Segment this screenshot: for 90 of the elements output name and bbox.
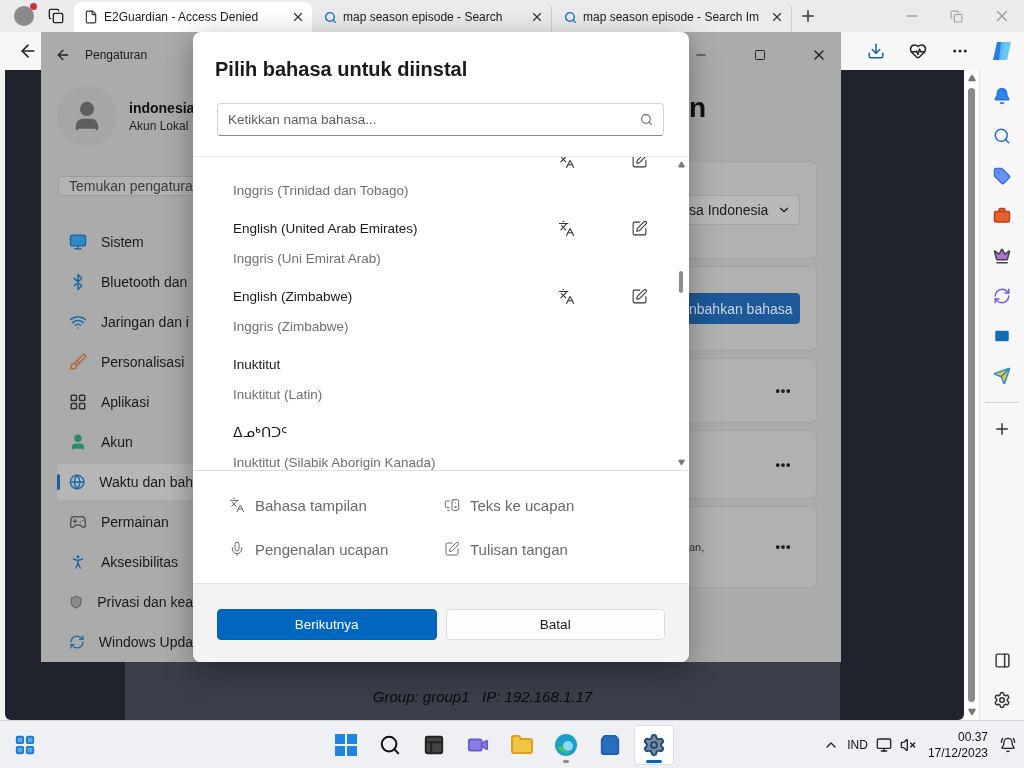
download-icon[interactable] xyxy=(867,42,885,60)
search-field[interactable]: Ketikkan nama bahasa... xyxy=(217,103,664,136)
language-row[interactable]: English (United Arab Emirates) Inggris (Uni Emirat Arab) xyxy=(193,214,675,282)
language-row[interactable]: ᐃᓄᒃᑎᑐᑦ Inuktitut (Silabik Aborigin Kanada) xyxy=(193,418,675,470)
browser-tab[interactable]: E2Guardian - Access Denied xyxy=(74,2,312,32)
maximize-icon[interactable] xyxy=(753,49,766,61)
panel-icon[interactable] xyxy=(993,651,1011,669)
scroll-up-icon[interactable] xyxy=(677,161,685,168)
scroll-down-icon[interactable] xyxy=(967,708,976,716)
scroll-up-icon[interactable] xyxy=(967,74,976,82)
settings-icon[interactable] xyxy=(993,691,1011,709)
nav-item[interactable]: Personalisasi xyxy=(57,344,193,380)
legend-label: Bahasa tampilan xyxy=(255,496,367,514)
nav-item[interactable]: Permainan xyxy=(57,504,193,540)
microphone-icon xyxy=(229,541,245,557)
toolbox-icon[interactable] xyxy=(993,207,1011,225)
network-icon[interactable] xyxy=(875,736,892,753)
nav-item[interactable]: Jaringan dan i xyxy=(57,304,193,340)
nav-item[interactable]: Windows Upda xyxy=(57,624,193,660)
account-type: Akun Lokal xyxy=(129,118,190,133)
task-view-icon xyxy=(423,733,445,756)
copilot-icon[interactable] xyxy=(991,40,1013,62)
clock[interactable]: 00.37 17/12/2023 xyxy=(923,728,992,761)
search-icon xyxy=(640,113,653,126)
tab-actions-icon[interactable] xyxy=(48,8,64,24)
close-icon[interactable] xyxy=(530,10,544,24)
cancel-button[interactable]: Batal xyxy=(445,609,665,640)
tag-icon[interactable] xyxy=(993,167,1011,185)
language-icon xyxy=(229,497,245,513)
scrollbar-thumb[interactable] xyxy=(968,88,975,702)
monitor-icon xyxy=(69,233,87,251)
close-icon[interactable] xyxy=(770,10,784,24)
language-indicator[interactable]: IND xyxy=(847,737,868,752)
nav-item[interactable]: Akun xyxy=(57,424,193,460)
chess-icon[interactable] xyxy=(993,247,1011,265)
shield-icon xyxy=(69,593,84,611)
nav-item[interactable]: Waktu dan bah xyxy=(57,464,193,500)
person-icon xyxy=(69,433,87,451)
window-title: Pengaturan xyxy=(85,48,148,62)
add-icon[interactable] xyxy=(993,420,1011,438)
start-icon xyxy=(335,733,357,756)
search-field[interactable]: Temukan pengatura xyxy=(58,176,193,196)
paper-plane-icon[interactable] xyxy=(993,367,1011,385)
nav-item[interactable]: Aplikasi xyxy=(57,384,193,420)
bell-icon[interactable] xyxy=(993,87,1011,105)
legend-label: Tulisan tangan xyxy=(470,540,568,558)
speaker-monitor-icon xyxy=(444,497,460,513)
new-tab-icon[interactable] xyxy=(799,7,817,25)
nav-item[interactable]: Aksesibilitas xyxy=(57,544,193,580)
legend-label: Teks ke ucapan xyxy=(470,496,575,514)
brush-icon xyxy=(69,353,87,371)
wifi-icon xyxy=(69,313,87,331)
card-text: an, xyxy=(689,541,705,553)
language-row[interactable]: Inggris (Trinidad dan Tobago) xyxy=(193,157,675,214)
pen-icon xyxy=(444,541,460,557)
close-icon[interactable] xyxy=(291,10,305,24)
taskbar-app[interactable] xyxy=(634,724,674,765)
notification-icon[interactable] xyxy=(1000,736,1016,753)
scroll-down-icon[interactable] xyxy=(677,459,685,466)
add-language-button[interactable]: nbahkan bahasa xyxy=(689,293,800,324)
search-icon xyxy=(564,10,577,24)
heart-pulse-icon[interactable] xyxy=(909,42,927,60)
volume-muted-icon[interactable] xyxy=(899,736,916,753)
search-icon[interactable] xyxy=(993,127,1011,145)
legend-label: Pengenalan ucapan xyxy=(255,540,389,558)
widgets-icon[interactable] xyxy=(14,733,36,756)
search-icon xyxy=(324,10,337,24)
gamepad-icon xyxy=(69,513,87,531)
profile-avatar[interactable] xyxy=(14,6,34,26)
edge-icon xyxy=(554,732,578,757)
nav-item[interactable]: Bluetooth dan xyxy=(57,264,193,300)
store-icon xyxy=(599,733,621,756)
settings-icon xyxy=(642,732,666,757)
search-icon xyxy=(379,733,401,756)
footer-text: Group: group1 IP: 192.168.1.17 xyxy=(372,688,593,705)
language-row[interactable]: Inuktitut Inuktitut (Latin) xyxy=(193,350,675,418)
language-dropdown[interactable]: sa Indonesia xyxy=(689,195,800,225)
page-icon xyxy=(84,10,98,24)
folder-icon xyxy=(510,732,534,757)
back-icon[interactable] xyxy=(55,47,71,63)
nav-item[interactable]: Privasi dan kea xyxy=(57,584,193,620)
scrollbar-thumb[interactable] xyxy=(679,271,683,293)
update-icon xyxy=(69,633,85,651)
next-button[interactable]: Berikutnya xyxy=(217,609,437,640)
globe-icon xyxy=(69,473,86,491)
apps-icon xyxy=(69,393,87,411)
page-heading: n xyxy=(689,91,708,125)
language-row[interactable]: English (Zimbabwe) Inggris (Zimbabwe) xyxy=(193,282,675,350)
dialog-title: Pilih bahasa untuk diinstal xyxy=(214,57,469,82)
nav-item[interactable]: Sistem xyxy=(57,224,193,260)
